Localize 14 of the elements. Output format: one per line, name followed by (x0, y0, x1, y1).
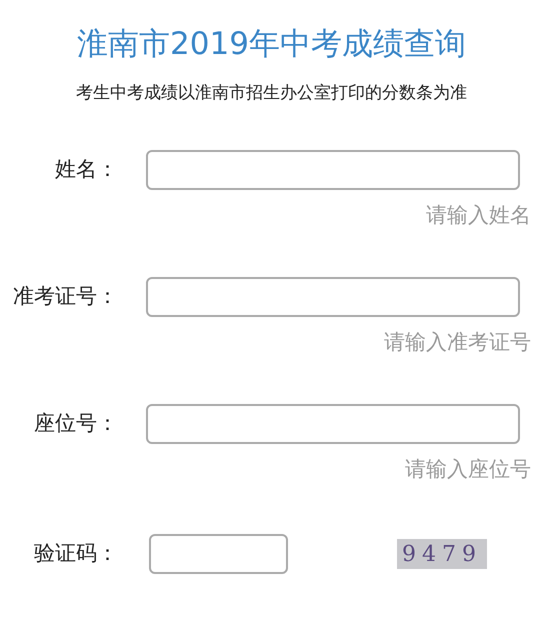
field-label: 姓名： (54, 156, 119, 184)
field-label: 座位号： (33, 410, 119, 438)
captcha-field[interactable] (149, 534, 288, 574)
page-title: 淮南市2019年中考成绩查询 (76, 25, 467, 64)
field-label: 验证码： (33, 540, 119, 568)
captcha-image: 9479 (397, 539, 487, 569)
field-hint: 请输入座位号 (405, 456, 531, 483)
input-field[interactable] (146, 150, 520, 190)
notice-text: 考生中考成绩以淮南市招生办公室打印的分数条为准 (75, 82, 468, 105)
input-field[interactable] (146, 277, 520, 317)
input-field[interactable] (146, 404, 520, 444)
field-label: 准考证号： (12, 283, 119, 310)
field-hint: 请输入姓名 (426, 202, 531, 229)
field-hint: 请输入准考证号 (384, 329, 531, 356)
